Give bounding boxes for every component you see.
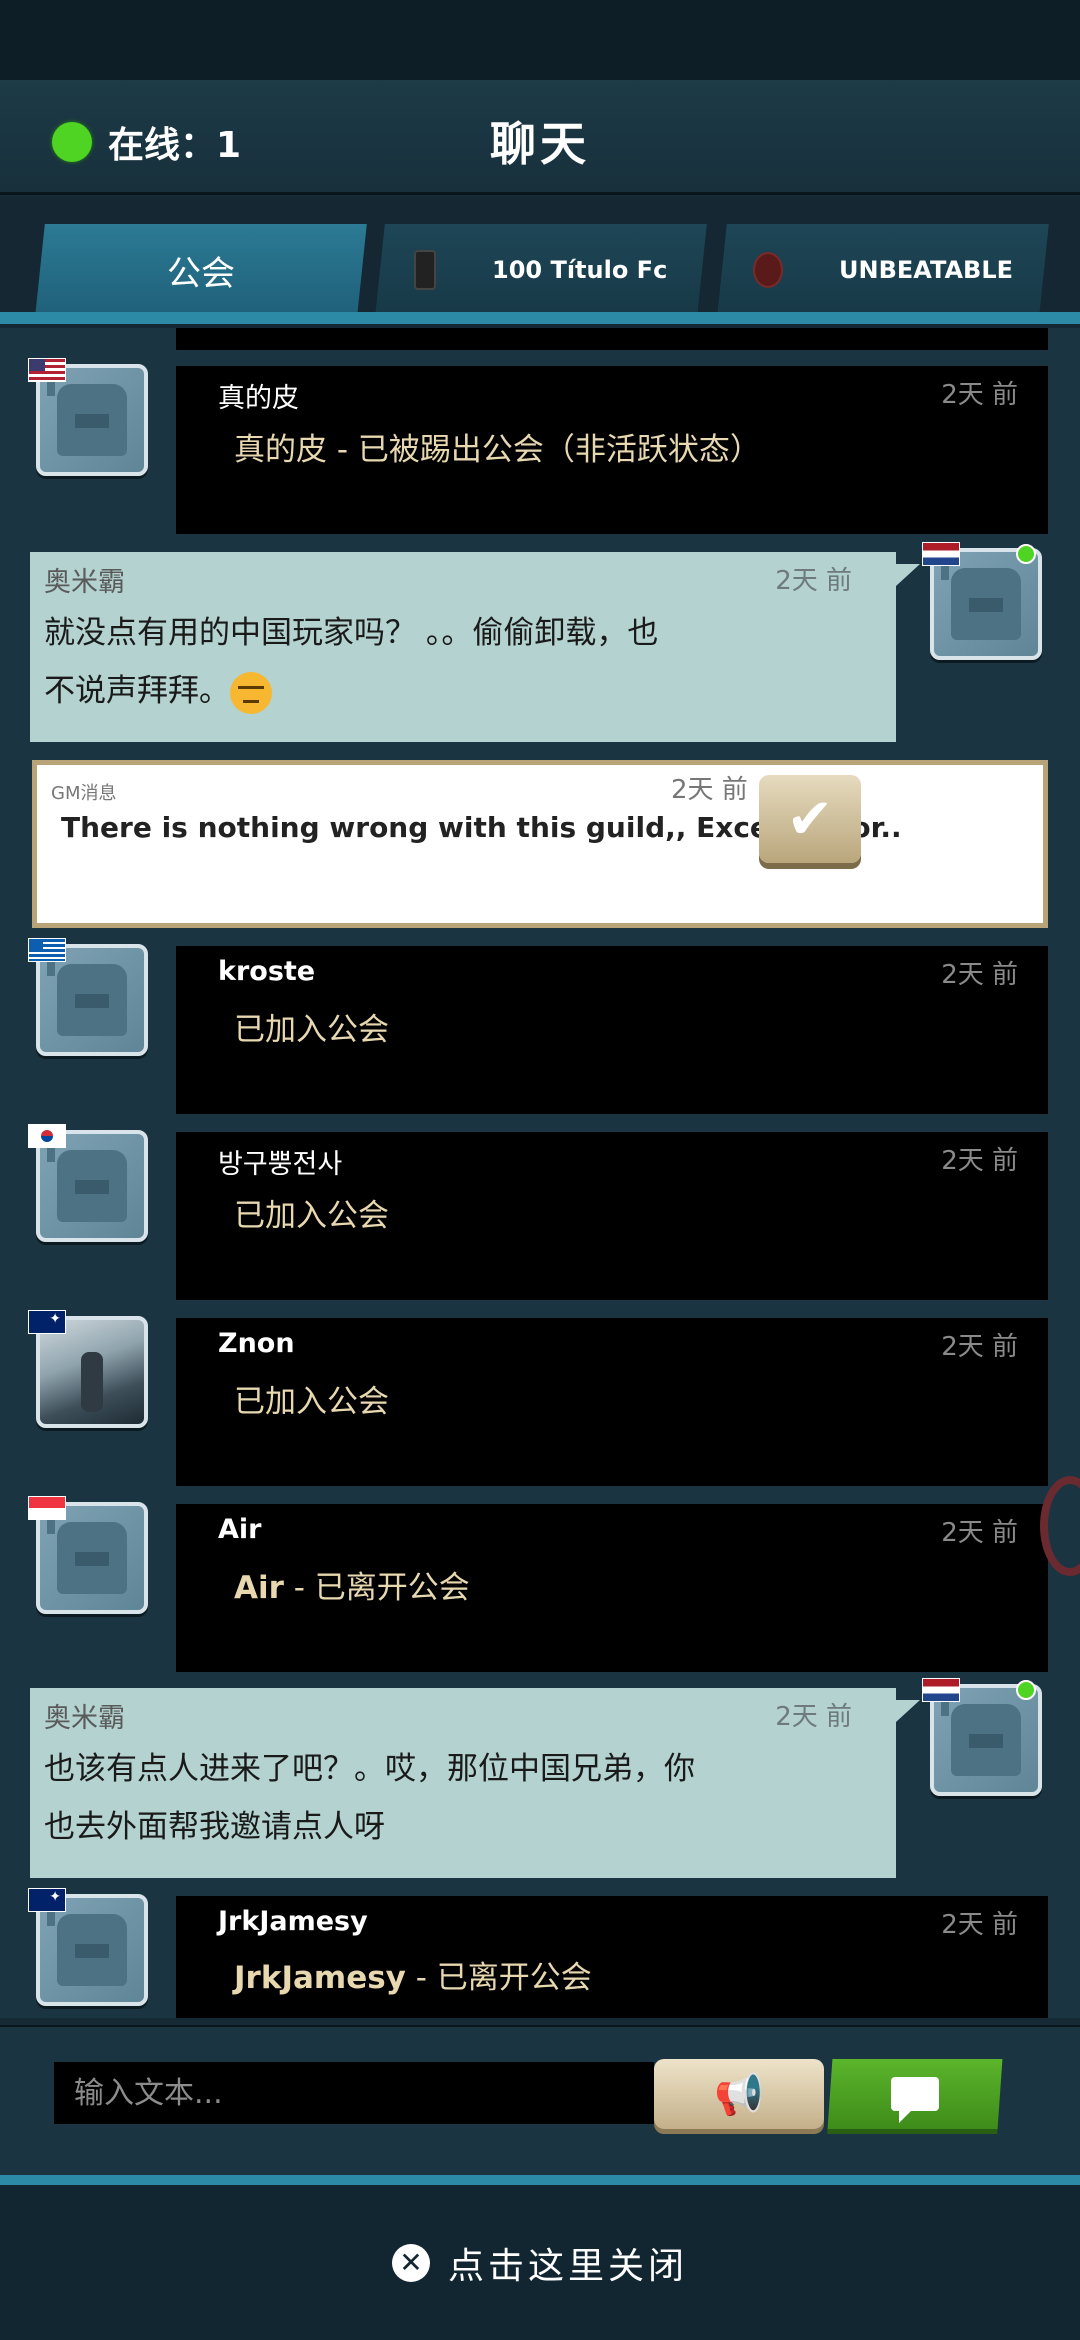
message-text: 就没点有用的中国玩家吗？ 。。偷偷卸载，也 不说声拜拜。 — [44, 604, 804, 720]
system-message: 真的皮 2天 前 真的皮 - 已被踢出公会（非活跃状态） — [176, 366, 1048, 534]
flag-au-icon — [28, 1310, 66, 1334]
tab-label: 公会 — [167, 253, 235, 294]
close-label: 点击这里关闭 — [447, 2245, 688, 2287]
tab-bar: 公会 100 Título Fc ! UNBEATABLE ! — [0, 198, 1080, 380]
flag-us-icon — [28, 358, 66, 382]
helmet-icon — [941, 1696, 1038, 1776]
message-text: 已加入公会 — [234, 1012, 389, 1048]
timestamp: 2天 前 — [775, 1702, 852, 1732]
sender-name: 방구뿡전사 — [218, 1149, 343, 1180]
chat-header: 在线：1 聊天 — [0, 80, 1080, 195]
sender-name: Air — [218, 1514, 262, 1545]
helmet-icon — [47, 1906, 144, 1986]
flag-sg-icon — [28, 1496, 66, 1520]
chat-bubble: 奥米霸 2天 前 就没点有用的中国玩家吗？ 。。偷偷卸载，也 不说声拜拜。 — [30, 552, 920, 742]
close-bar[interactable]: ✕ 点击这里关闭 — [0, 2185, 1080, 2340]
flag-nl-icon — [922, 1678, 960, 1702]
timestamp: 2天 前 — [941, 1910, 1018, 1940]
helmet-icon — [941, 560, 1038, 640]
timestamp: 2天 前 — [941, 1332, 1018, 1362]
chat-input-area: 📢 — [0, 2025, 1080, 2175]
sender-name: JrkJamesy — [218, 1906, 368, 1937]
flag-nl-icon — [922, 542, 960, 566]
gm-message: GM消息 2天 前 There is nothing wrong with th… — [32, 760, 1048, 928]
send-button[interactable] — [827, 2059, 1003, 2129]
sender-name: kroste — [218, 956, 316, 987]
message-subject: Air — [234, 1570, 284, 1606]
page-title: 聊天 — [490, 117, 590, 171]
timestamp: 2天 前 — [941, 960, 1018, 990]
footer-divider — [0, 2175, 1080, 2185]
timestamp: 2天 前 — [775, 566, 852, 596]
tab-label: UNBEATABLE — [838, 256, 1014, 284]
message-text: 已加入公会 — [234, 1198, 389, 1234]
gm-label: GM消息 — [51, 783, 117, 804]
guild-emblem-icon — [414, 250, 437, 290]
message-action: - 已离开公会 — [405, 1960, 592, 1996]
person-silhouette — [81, 1352, 103, 1412]
message-text: JrkJamesy - 已离开公会 — [234, 1952, 592, 1997]
message-text: 也该有点人进来了吧？。哎，那位中国兄弟，你 也去外面帮我邀请点人呀 — [44, 1740, 804, 1856]
speech-bubble-icon — [891, 2077, 939, 2111]
system-message: 방구뿡전사 2天 前 已加入公会 — [176, 1132, 1048, 1300]
system-message: JrkJamesy 2天 前 JrkJamesy - 已离开公会 — [176, 1896, 1048, 2018]
sender-name: Znon — [218, 1328, 295, 1359]
timestamp: 2天 前 — [941, 1146, 1018, 1176]
chat-bubble: 奥米霸 2天 前 也该有点人进来了吧？。哎，那位中国兄弟，你 也去外面帮我邀请点… — [30, 1688, 920, 1878]
message-text: 已加入公会 — [234, 1384, 389, 1420]
sender-name: 奥米霸 — [44, 567, 125, 598]
online-status-icon — [1016, 1680, 1036, 1700]
message-line-2: 不说声拜拜。 — [44, 662, 804, 720]
flag-gr-icon — [28, 938, 66, 962]
megaphone-button[interactable]: 📢 — [654, 2059, 824, 2129]
unamused-emoji-icon — [230, 671, 272, 714]
status-bar-area — [0, 0, 1080, 80]
tab-underline — [0, 312, 1080, 324]
megaphone-icon: 📢 — [714, 2071, 764, 2118]
message-subject: JrkJamesy — [234, 1960, 406, 1996]
sender-name: 真的皮 — [218, 383, 299, 414]
chat-message-partial — [176, 328, 1048, 350]
close-icon: ✕ — [391, 2243, 430, 2282]
message-line: 不说声拜拜。 — [44, 673, 230, 709]
flag-kr-icon — [28, 1124, 66, 1148]
system-message: kroste 2天 前 已加入公会 — [176, 946, 1048, 1114]
check-icon[interactable]: ✔ — [759, 775, 861, 863]
helmet-icon — [47, 1142, 144, 1222]
tab-guild[interactable]: 公会 — [35, 224, 367, 316]
message-input[interactable] — [54, 2062, 654, 2124]
helmet-icon — [47, 376, 144, 456]
message-line: 就没点有用的中国玩家吗？ 。。偷偷卸载，也 — [44, 615, 659, 651]
sender-name: 奥米霸 — [44, 1703, 125, 1734]
online-status-icon — [1016, 544, 1036, 564]
timestamp: 2天 前 — [671, 775, 748, 805]
message-line: 也该有点人进来了吧？。哎，那位中国兄弟，你 — [44, 1751, 695, 1787]
guild-emblem-icon — [752, 252, 783, 288]
message-text: Air - 已离开公会 — [234, 1562, 470, 1607]
helmet-icon — [47, 956, 144, 1036]
tab-100-titulo-fc[interactable]: 100 Título Fc — [375, 224, 707, 316]
message-action: - 已离开公会 — [283, 1570, 470, 1606]
chat-feed[interactable]: 真的皮 2天 前 真的皮 - 已被踢出公会（非活跃状态） 奥米霸 2天 前 就没… — [0, 328, 1080, 2018]
message-text: 真的皮 - 已被踢出公会（非活跃状态） — [234, 432, 761, 468]
timestamp: 2天 前 — [941, 380, 1018, 410]
message-line: 也去外面帮我邀请点人呀 — [44, 1809, 385, 1845]
helmet-icon — [47, 1514, 144, 1594]
system-message: Air 2天 前 Air - 已离开公会 — [176, 1504, 1048, 1672]
timestamp: 2天 前 — [941, 1518, 1018, 1548]
tab-label: 100 Título Fc — [492, 256, 668, 284]
tab-unbeatable[interactable]: UNBEATABLE — [717, 224, 1049, 316]
system-message: Znon 2天 前 已加入公会 — [176, 1318, 1048, 1486]
flag-au-icon — [28, 1888, 66, 1912]
